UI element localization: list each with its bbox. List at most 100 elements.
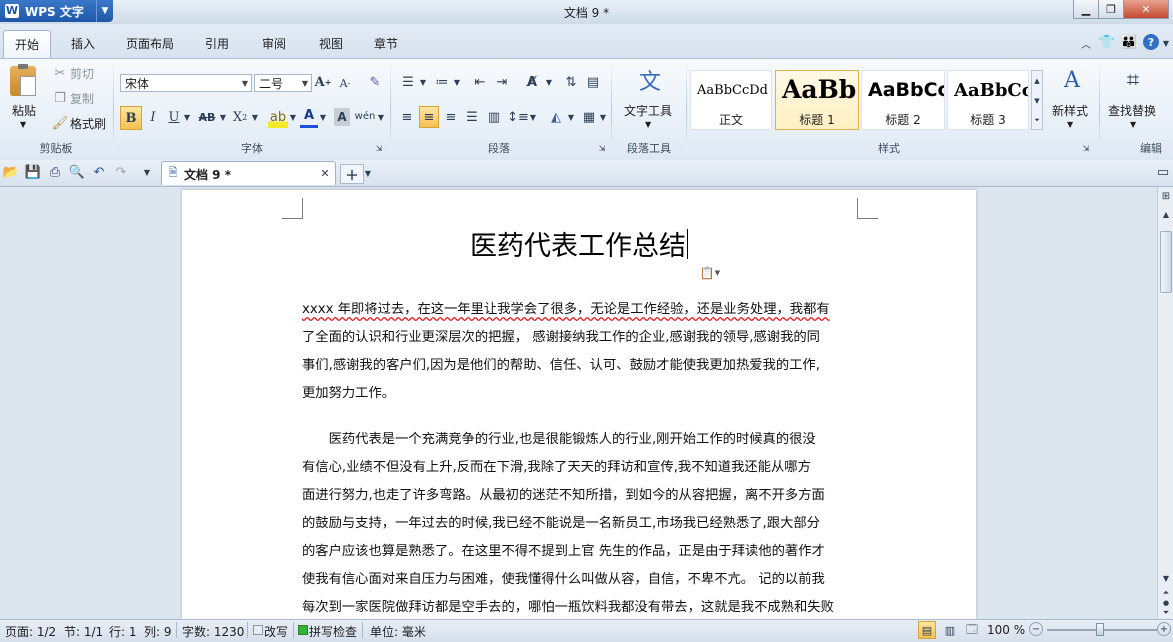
tab-insert[interactable]: 插入 (62, 32, 104, 56)
status-overtype[interactable]: 改写 (264, 623, 288, 640)
shrink-font-icon[interactable]: A- (336, 74, 354, 92)
font-family-select[interactable]: 宋体 ▼ (120, 74, 252, 92)
close-button[interactable]: ✕ (1123, 0, 1169, 19)
undo-icon[interactable]: ↶ (91, 164, 107, 180)
chevron-down-icon[interactable]: ▼ (566, 106, 576, 128)
status-unit[interactable]: 单位: 毫米 (370, 623, 426, 640)
chevron-down-icon[interactable]: ▼ (318, 106, 328, 128)
previous-page-icon[interactable]: ⏶ (1159, 587, 1173, 599)
chevron-down-icon[interactable]: ▼ (362, 164, 374, 182)
new-style-button[interactable]: A 新样式 ▼ (1048, 64, 1096, 136)
customize-quick-access-icon[interactable]: ▼ (141, 164, 153, 180)
chevron-down-icon[interactable]: ▼ (288, 106, 298, 128)
status-page[interactable]: 页面: 1/2 (5, 623, 56, 640)
chevron-down-icon[interactable]: ▼ (1159, 571, 1173, 585)
more-styles-icon[interactable]: ⏷ (1032, 111, 1042, 129)
style-normal[interactable]: AaBbCcDd 正文 (690, 70, 772, 130)
open-folder-icon[interactable]: 📂 (3, 164, 19, 180)
chevron-down-icon[interactable]: ▼ (218, 106, 228, 128)
chevron-down-icon[interactable]: ▼ (1161, 36, 1171, 50)
bold-button[interactable]: B (120, 106, 142, 130)
chevron-down-icon[interactable]: ▼ (250, 106, 260, 128)
format-painter-button[interactable]: 🖌 格式刷 (52, 114, 110, 132)
web-view-icon[interactable]: 🗔 (963, 621, 981, 639)
find-replace-button[interactable]: ⌗ 查找替换 ▼ (1104, 64, 1164, 136)
outline-view-icon[interactable]: ▥ (941, 621, 959, 639)
document-heading[interactable]: 医药代表工作总结 (182, 224, 976, 263)
italic-button[interactable]: I (144, 106, 162, 128)
paste-options-icon[interactable]: 📋 ▼ (697, 264, 723, 282)
tab-chapter[interactable]: 章节 (365, 32, 407, 56)
paragraph-2[interactable]: 医药代表是一个充满竞争的行业,也是很能锻炼人的行业,刚开始工作的时候真的很没 有… (302, 426, 858, 622)
superscript-icon[interactable]: X2 (230, 106, 250, 128)
paste-button[interactable]: 粘贴 ▼ (6, 64, 44, 136)
status-spell-check[interactable]: 拼写检查 (309, 623, 357, 640)
minimize-button[interactable]: ▁ (1073, 0, 1099, 19)
zoom-slider-thumb[interactable] (1096, 623, 1104, 636)
vertical-scrollbar[interactable]: ⊞ ▲ ▼ ⏶ ● ⏷ (1157, 187, 1173, 619)
restore-button[interactable]: ❐ (1098, 0, 1124, 19)
next-page-icon[interactable]: ⏷ (1159, 607, 1173, 619)
justify-icon[interactable]: ☰ (463, 106, 481, 128)
chevron-up-icon[interactable]: ▲ (1159, 207, 1173, 221)
underline-button[interactable]: U (166, 106, 182, 128)
chevron-up-icon[interactable]: ▲ (1032, 71, 1042, 90)
chevron-down-icon[interactable]: ▼ (598, 106, 608, 128)
distribute-icon[interactable]: ▥ (484, 106, 504, 128)
chevron-down-icon[interactable]: ▼ (376, 106, 386, 128)
line-spacing-icon[interactable]: ↕≡ (507, 106, 529, 128)
page-view-icon[interactable]: ▤ (918, 621, 936, 639)
zoom-out-icon[interactable]: − (1029, 622, 1043, 636)
borders-icon[interactable]: ▦ (580, 106, 598, 128)
style-heading-2[interactable]: AaBbCc 标题 2 (861, 70, 945, 130)
users-icon[interactable]: 👪 (1121, 34, 1137, 50)
style-heading-3[interactable]: AaBbCc 标题 3 (947, 70, 1029, 130)
chevron-down-icon[interactable]: ▼ (452, 72, 462, 92)
clear-format-icon[interactable]: ✎ (364, 72, 386, 92)
paragraph-1[interactable]: xxxx 年即将过去，在这一年里让我学会了很多，无论是工作经验，还是业务处理，我… (302, 296, 858, 408)
print-icon[interactable]: ⎙ (47, 164, 63, 180)
scrollbar-thumb[interactable] (1160, 231, 1172, 293)
window-layout-icon[interactable]: ▭ (1155, 164, 1171, 180)
font-size-select[interactable]: 二号 ▼ (254, 74, 312, 92)
increase-indent-icon[interactable]: ⇥ (492, 72, 512, 92)
tab-review[interactable]: 审阅 (253, 32, 295, 56)
text-tools-button[interactable]: 文 文字工具 ▼ (618, 64, 680, 136)
paragraph-shading-icon[interactable]: ◭ (546, 106, 566, 128)
styles-gallery-scroller[interactable]: ▲ ▼ ⏷ (1031, 70, 1043, 130)
chevron-down-icon[interactable]: ▼ (528, 106, 538, 128)
save-icon[interactable]: 💾 (25, 164, 41, 180)
char-shading-icon[interactable]: A (334, 108, 350, 126)
char-scale-icon[interactable]: A̸ (520, 72, 544, 92)
chevron-down-icon[interactable]: ▼ (418, 72, 428, 92)
ruler-toggle-icon[interactable]: ⊞ (1159, 189, 1173, 203)
align-center-icon[interactable]: ≡ (419, 106, 439, 128)
dialog-launcher-icon[interactable]: ⇲ (597, 143, 607, 153)
status-word-count[interactable]: 字数: 1230 (182, 623, 244, 640)
close-tab-icon[interactable]: ✕ (318, 165, 332, 181)
sort-icon[interactable]: ⇅ (562, 72, 580, 92)
grow-font-icon[interactable]: A + (314, 72, 332, 92)
help-icon[interactable]: ? (1143, 34, 1159, 50)
print-preview-icon[interactable]: 🔍 (69, 164, 85, 180)
tab-home[interactable]: 开始 (3, 30, 51, 59)
bullet-list-icon[interactable]: ☰ (398, 72, 418, 92)
tab-page-layout[interactable]: 页面布局 (118, 32, 182, 56)
font-color-icon[interactable]: A (300, 106, 318, 128)
strikethrough-icon[interactable]: AB (196, 106, 218, 128)
chevron-down-icon[interactable]: ▼ (1032, 91, 1042, 110)
browse-object-icon[interactable]: ● (1159, 599, 1173, 607)
numbered-list-icon[interactable]: ≔ (432, 72, 452, 92)
shirt-skin-icon[interactable]: 👕 (1099, 34, 1115, 50)
new-tab-button[interactable]: ＋ (340, 164, 364, 184)
chevron-up-icon[interactable]: ︿ (1079, 36, 1093, 51)
highlight-icon[interactable]: ab (268, 106, 288, 128)
phonetic-guide-icon[interactable]: wén (354, 104, 376, 128)
tab-view[interactable]: 视图 (310, 32, 352, 56)
chevron-down-icon[interactable]: ▼ (544, 72, 554, 92)
zoom-in-icon[interactable]: + (1157, 622, 1171, 636)
cut-button[interactable]: ✂ 剪切 (52, 64, 104, 82)
style-heading-1[interactable]: AaBb( 标题 1 (775, 70, 859, 130)
align-right-icon[interactable]: ≡ (442, 106, 460, 128)
show-marks-icon[interactable]: ▤ (584, 72, 602, 92)
